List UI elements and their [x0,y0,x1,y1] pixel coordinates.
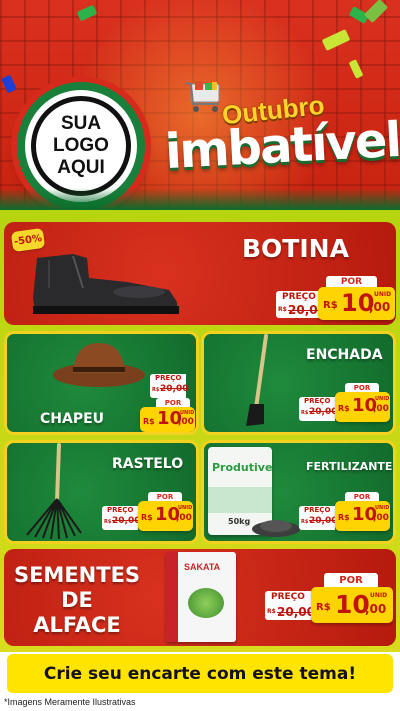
price-box: R$ 10 ,00 UNID [335,392,390,422]
logo-placeholder: SUA LOGO AQUI [17,82,145,210]
header-banner: SUA LOGO AQUI Outubro imbatível [0,0,400,210]
cta-banner: Crie seu encarte com este tema! [7,654,393,693]
old-price-value: 20,00 [309,516,338,526]
price-decimal: ,00 [365,602,387,616]
old-price-value: 20,00 [309,407,338,417]
price-decimal: ,00 [373,513,389,523]
bag-stripe [208,487,272,513]
confetti [363,0,389,24]
old-price-currency: R$ [301,519,309,525]
old-price-label: PREÇO [107,506,134,514]
price-decimal: ,00 [178,417,194,427]
product-card-rastelo: RASTELO PREÇO R$ 20,00 POR R$ 10 ,00 UNI… [4,440,199,544]
bag-brand: Produtive [212,461,273,474]
logo-text-line: AQUI [57,157,105,178]
old-price-currency: R$ [278,306,287,313]
old-price-label: PREÇO [304,506,331,514]
old-price-label: PREÇO [271,592,305,602]
rake-image [26,443,82,539]
price-unit: UNID [178,505,193,511]
product-card-botina: -50% BOTINA PREÇO R$ 20,00 POR R$ 10 ,00… [4,222,396,325]
old-price: PREÇO R$ 20,00 [299,506,338,530]
old-price-currency: R$ [267,608,276,615]
product-title: SEMENTES DE ALFACE [12,563,142,638]
price-box: R$ 10 ,00 UNID [138,501,193,531]
product-title: BOTINA [242,234,349,263]
product-card-chapeu: CHAPEU PREÇO R$ 20,00 POR R$ 10 ,00 UNID [4,331,199,435]
shopping-cart-icon [184,81,220,112]
lettuce-icon [188,588,224,618]
old-price-label: PREÇO [304,397,331,405]
hoe-image [246,334,268,426]
flyer-page: SUA LOGO AQUI Outubro imbatível -50% BOT… [0,0,400,711]
old-price-currency: R$ [104,519,112,525]
price-currency: R$ [338,404,350,413]
theme-word-main: imbatível [163,111,400,181]
old-price: PREÇO R$ 20,00 [276,291,326,318]
old-price-currency: R$ [301,410,309,416]
disclaimer-note: *Imagens Meramente Ilustrativas [4,697,136,707]
product-title-line: DE [61,588,93,612]
confetti [76,4,98,22]
logo-text-line: SUA [60,113,102,134]
price-currency: R$ [338,513,350,522]
product-title: CHAPEU [40,411,105,427]
product-title: FERTILIZANTES [306,460,396,473]
logo-ring: SUA LOGO AQUI [31,96,131,196]
now-label: POR [324,573,378,588]
price-unit: UNID [180,410,195,416]
price-decimal: ,00 [369,300,391,314]
price-box: R$ 10 ,00 UNID [311,587,393,623]
old-price: PREÇO R$ 20,00 [265,591,315,620]
product-title-line: SEMENTES [13,563,141,587]
confetti [321,29,351,51]
old-price-value: 20,00 [112,516,141,526]
product-title: RASTELO [112,456,184,472]
price-decimal: ,00 [373,404,389,414]
seed-pack-image: SAKATA [166,552,236,642]
price-currency: R$ [316,602,331,613]
price-unit: UNID [374,291,392,298]
boot-image [33,254,179,314]
price-currency: R$ [143,417,155,426]
confetti [1,74,17,94]
fertilizer-pile-image [252,520,300,537]
product-title: ENCHADA [306,347,383,363]
old-price-label: PREÇO [155,374,182,382]
seed-pack-brand: SAKATA [184,562,221,572]
price-decimal: ,00 [176,513,192,523]
old-price-value: 20,00 [160,384,189,394]
price-box: R$ 10 ,00 UNID [140,407,195,432]
price-currency: R$ [323,300,338,311]
old-price-label: PREÇO [282,292,316,302]
product-card-fertilizantes: Produtive 50kg FERTILIZANTES PREÇO R$ 20… [201,440,396,544]
product-card-enchada: ENCHADA PREÇO R$ 20,00 POR R$ 10 ,00 UNI… [201,331,396,435]
logo-text-line: LOGO [53,135,109,156]
seed-pack-stripe [166,552,178,642]
product-title-line: ALFACE [33,613,121,637]
price-unit: UNID [370,592,388,599]
old-price-value: 20,00 [277,605,315,619]
old-price: PREÇO R$ 20,00 [150,374,189,398]
old-price: PREÇO R$ 20,00 [299,397,338,421]
price-currency: R$ [141,513,153,522]
confetti [348,59,364,79]
price-unit: UNID [375,396,390,402]
product-card-sementes: SEMENTES DE ALFACE SAKATA PREÇO R$ 20,00… [4,549,396,646]
cta-text: Crie seu encarte com este tema! [43,663,357,684]
old-price-currency: R$ [152,387,160,393]
old-price: PREÇO R$ 20,00 [102,506,141,530]
price-box: R$ 10 ,00 UNID [335,501,390,531]
price-unit: UNID [375,505,390,511]
theme-title: Outubro imbatível [164,80,400,190]
bag-weight: 50kg [228,517,251,526]
price-box: R$ 10 ,00 UNID [318,287,395,320]
hat-image [53,343,145,387]
